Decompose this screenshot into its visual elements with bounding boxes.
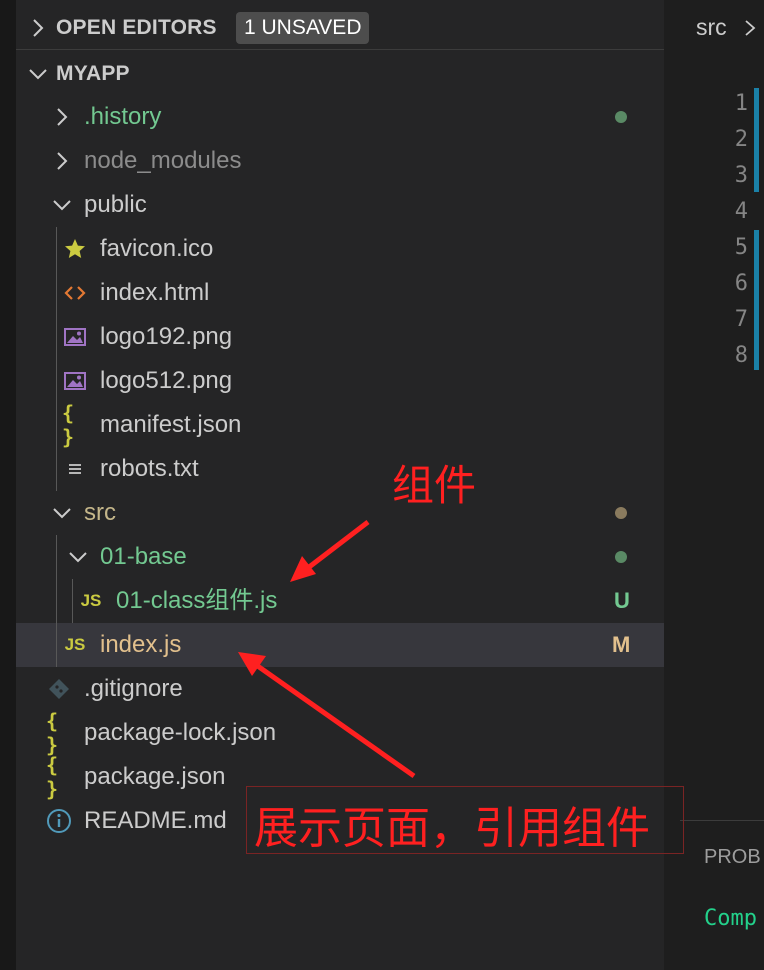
line-number: 6 [734, 271, 748, 296]
tree-item-label: .history [84, 103, 162, 130]
section-divider [16, 49, 664, 50]
chevron-down-icon [29, 69, 47, 80]
tree-item-node-modules[interactable]: node_modules [16, 139, 664, 183]
indent-guide [56, 227, 57, 491]
tree-item-01-base[interactable]: 01-base [16, 535, 664, 579]
tree-item-label: 01-class组件.js [116, 587, 278, 614]
line-number: 8 [734, 343, 748, 368]
text-lines-icon [62, 455, 88, 483]
activity-bar-edge [0, 0, 16, 970]
tree-item-gitignore[interactable]: .gitignore [16, 667, 664, 711]
tree-item-favicon[interactable]: favicon.ico [16, 227, 664, 271]
html-code-icon [62, 279, 88, 307]
git-change-bar [754, 88, 759, 192]
line-number: 5 [734, 235, 748, 260]
tree-item-public[interactable]: public [16, 183, 664, 227]
tree-item-package-lock[interactable]: { } package-lock.json [16, 709, 664, 757]
indent-guide [56, 535, 57, 667]
line-number: 1 [734, 91, 748, 116]
git-status-dot [615, 111, 627, 123]
tree-item-label: logo512.png [100, 367, 233, 394]
chevron-down-icon [53, 508, 71, 519]
tree-item-01-class-js[interactable]: JS 01-class组件.js U [16, 579, 664, 623]
terminal-output: Comp [704, 906, 757, 931]
tree-item-label: logo192.png [100, 323, 233, 350]
chevron-right-icon [745, 20, 756, 36]
image-icon [62, 367, 88, 395]
json-braces-icon: { } [46, 709, 59, 757]
tree-item-label: 01-base [100, 543, 187, 570]
panel-border [680, 820, 764, 821]
tree-item-src[interactable]: src [16, 491, 664, 535]
open-editors-header[interactable]: OPEN EDITORS 1 UNSAVED [16, 8, 664, 48]
chevron-down-icon [69, 552, 87, 563]
line-number: 3 [734, 163, 748, 188]
tree-item-label: robots.txt [100, 455, 199, 482]
tree-item-manifest[interactable]: { } manifest.json [16, 401, 664, 449]
chevron-right-icon [57, 152, 68, 170]
line-number: 4 [734, 199, 748, 224]
indent-guide [72, 579, 73, 623]
tree-item-history[interactable]: .history [16, 95, 664, 139]
line-number: 2 [734, 127, 748, 152]
annotation-component: 组件 [392, 461, 477, 510]
git-status-modified: M [612, 632, 631, 657]
tree-item-label: package-lock.json [84, 719, 277, 746]
tab-problems[interactable]: PROB [704, 846, 761, 869]
chevron-right-icon [33, 19, 44, 37]
annotation-page: 展示页面，引用组件 [254, 803, 650, 854]
tree-item-label: favicon.ico [100, 235, 214, 262]
tree-item-robots[interactable]: robots.txt [16, 447, 664, 491]
info-icon [46, 807, 72, 835]
git-change-bar [754, 230, 759, 370]
tree-item-label: public [84, 191, 147, 218]
tree-item-logo192[interactable]: logo192.png [16, 315, 664, 359]
git-status-dot [615, 507, 627, 519]
tree-item-label: node_modules [84, 147, 242, 174]
git-status-untracked: U [614, 588, 630, 613]
tree-item-label: index.html [100, 279, 210, 306]
json-braces-icon: { } [62, 401, 75, 449]
json-braces-icon: { } [46, 753, 59, 801]
tree-item-index-html[interactable]: index.html [16, 271, 664, 315]
chevron-right-icon [57, 108, 68, 126]
tree-item-label: manifest.json [100, 411, 242, 438]
tree-item-label: .gitignore [84, 675, 183, 702]
star-icon [62, 235, 88, 263]
tree-item-label: src [84, 499, 116, 526]
project-header[interactable]: MYAPP [16, 54, 664, 94]
unsaved-badge: 1 UNSAVED [236, 12, 370, 44]
project-title: MYAPP [56, 62, 130, 85]
tree-item-label: index.js [100, 631, 182, 658]
git-diamond-icon [46, 675, 72, 703]
line-number: 7 [734, 307, 748, 332]
image-icon [62, 323, 88, 351]
chevron-down-icon [53, 200, 71, 211]
breadcrumb[interactable]: src [696, 14, 727, 41]
js-file-icon: JS [64, 635, 86, 654]
tree-item-label: package.json [84, 763, 226, 790]
tree-item-logo512[interactable]: logo512.png [16, 359, 664, 403]
js-file-icon: JS [80, 591, 102, 610]
git-status-dot [615, 551, 627, 563]
open-editors-title: OPEN EDITORS [56, 16, 217, 39]
tree-item-index-js[interactable]: JS index.js M [16, 623, 664, 667]
tree-item-label: README.md [84, 807, 227, 834]
